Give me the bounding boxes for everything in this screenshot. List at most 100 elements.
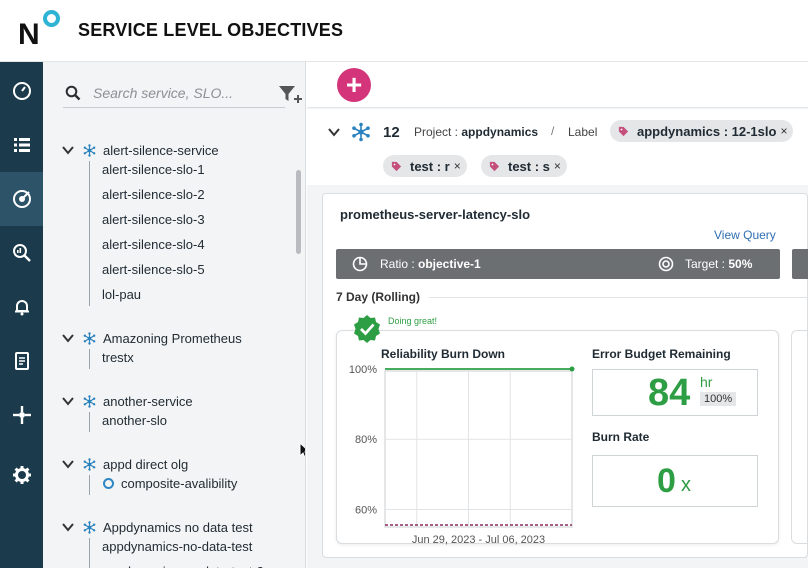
tree-group-0[interactable]: alert-silence-service [61, 139, 219, 161]
alert-bell-icon [14, 300, 29, 316]
tree-slo-item[interactable]: alert-silence-slo-4 [102, 234, 205, 256]
label-chip[interactable]: test : s × [481, 155, 567, 177]
chip-remove-icon[interactable]: × [554, 159, 561, 173]
slo-name: lol-pau [102, 287, 142, 302]
nobl9-logo[interactable]: N [18, 10, 62, 51]
chevron-down-icon[interactable] [61, 331, 75, 345]
burn-down-chart: 100% 80% 60% Jun 29, 2023 - Jul 06, 2023 [349, 364, 575, 546]
nav-analytics[interactable] [0, 226, 43, 280]
search-input[interactable] [93, 81, 243, 105]
tree-slo-item[interactable]: alert-silence-slo-3 [102, 209, 205, 231]
service-name: Amazoning Prometheus [103, 330, 242, 346]
nav-slo[interactable] [0, 172, 43, 226]
add-slo-button[interactable]: + [337, 68, 371, 102]
burn-rate-title: Burn Rate [592, 430, 650, 444]
ratio-text: Ratio : objective-1 [380, 257, 481, 271]
analytics-search-icon [12, 244, 31, 262]
list-icon [13, 138, 30, 152]
slo-name: another-slo [102, 413, 168, 428]
mouse-cursor-icon [299, 442, 305, 460]
app-root: N SERVICE LEVEL OBJECTIVES Search servic… [0, 0, 808, 568]
view-query-link[interactable]: View Query [714, 228, 776, 242]
service-icon [83, 520, 96, 534]
app-header: N SERVICE LEVEL OBJECTIVES [0, 0, 808, 62]
main-content: + 12 Project : appdynamics / Label appdy… [307, 62, 808, 568]
tag-icon [618, 126, 629, 136]
label-chip[interactable]: test : r × [383, 155, 467, 177]
x-axis-label: Jun 29, 2023 - Jul 06, 2023 [412, 534, 545, 546]
next-objective-bar [792, 249, 808, 279]
slo-name: trestx [102, 350, 134, 365]
tree-slo-item[interactable]: another-slo [102, 410, 167, 432]
left-nav [0, 62, 43, 568]
pie-chart-icon [352, 256, 368, 272]
series-endpoint [569, 366, 575, 372]
tree-group-3[interactable]: appd direct olg [61, 453, 188, 475]
tree-slo-item[interactable]: alert-silence-slo-1 [102, 159, 205, 181]
slo-name[interactable]: prometheus-server-latency-slo [340, 207, 530, 222]
service-name: appd direct olg [103, 456, 189, 472]
tree-guide-line [89, 349, 90, 369]
label-chip[interactable]: appdynamics : 12-1slo × [610, 120, 794, 142]
service-icon [83, 143, 96, 157]
chevron-down-icon[interactable] [61, 457, 75, 471]
next-objective-panel [791, 330, 808, 544]
tree-slo-item[interactable]: alert-silence-slo-5 [102, 259, 205, 281]
service-name: Appdynamics no data test [103, 519, 253, 535]
tree-group-2[interactable]: another-service [61, 390, 193, 412]
tree-slo-item[interactable]: appdynamics-no-data-test [102, 536, 252, 558]
project-filter[interactable]: Project : appdynamics [414, 125, 538, 139]
chevron-down-icon[interactable] [61, 520, 75, 534]
main-toolbar: + [307, 62, 808, 108]
target-label: Target : [685, 257, 729, 271]
tree-slo-item[interactable]: appdynamics-no-data-test-2 [102, 561, 264, 568]
chip-label: appdynamics : 12-1slo [637, 123, 777, 139]
logo-letter: N [18, 18, 40, 51]
logo-ring-icon [43, 10, 60, 27]
filter-separator: / [551, 124, 555, 138]
nav-alerts[interactable] [0, 280, 43, 334]
filter-bar: 12 Project : appdynamics / Label appdyna… [307, 109, 808, 185]
add-filter-icon[interactable] [277, 82, 303, 106]
error-budget-unit: hr [700, 374, 713, 390]
slo-count: 12 [383, 124, 400, 141]
slo-name: alert-silence-slo-2 [102, 187, 205, 202]
project-value: appdynamics [461, 125, 539, 139]
chip-remove-icon[interactable]: × [454, 159, 461, 173]
tree-slo-item[interactable]: alert-silence-slo-2 [102, 184, 205, 206]
search-icon [65, 85, 81, 101]
y-tick-label: 100% [349, 364, 377, 376]
ratio-label: Ratio : [380, 257, 419, 271]
time-window: 7 Day (Rolling) [336, 290, 421, 304]
collapse-chevron-icon[interactable] [327, 125, 341, 139]
nav-settings[interactable] [0, 448, 43, 502]
tree-slo-item[interactable]: composite-avalibility [103, 473, 237, 495]
slo-name: alert-silence-slo-1 [102, 162, 205, 177]
burn-rate-box: 0 x [592, 455, 758, 507]
report-document-icon [14, 352, 29, 370]
search-bar [63, 78, 302, 108]
slo-card[interactable]: prometheus-server-latency-slo View Query… [322, 193, 808, 558]
tree-group-4[interactable]: Appdynamics no data test [61, 516, 253, 538]
chevron-down-icon[interactable] [61, 143, 75, 157]
nav-reports[interactable] [0, 334, 43, 388]
chevron-down-icon[interactable] [61, 394, 75, 408]
chip-remove-icon[interactable]: × [780, 124, 787, 138]
nav-integrations[interactable] [0, 388, 43, 442]
tree-guide-line [89, 475, 90, 495]
chart-frame [384, 370, 573, 528]
service-name: alert-silence-service [103, 142, 219, 158]
nav-list[interactable] [0, 118, 43, 172]
error-budget-value: 84 [648, 372, 691, 414]
tree-group-1[interactable]: Amazoning Prometheus [61, 327, 242, 349]
service-icon [83, 457, 96, 471]
tree-guide-line [89, 538, 90, 568]
slo-name: appdynamics-no-data-test [102, 539, 253, 554]
nav-dashboard[interactable] [0, 64, 43, 118]
tree-slo-item[interactable]: trestx [102, 347, 134, 369]
target-icon [658, 256, 674, 272]
tree-guide-line [89, 412, 90, 432]
slo-name: alert-silence-slo-3 [102, 212, 205, 227]
tree-slo-item[interactable]: lol-pau [102, 284, 141, 306]
tree-scrollbar[interactable] [296, 170, 301, 254]
